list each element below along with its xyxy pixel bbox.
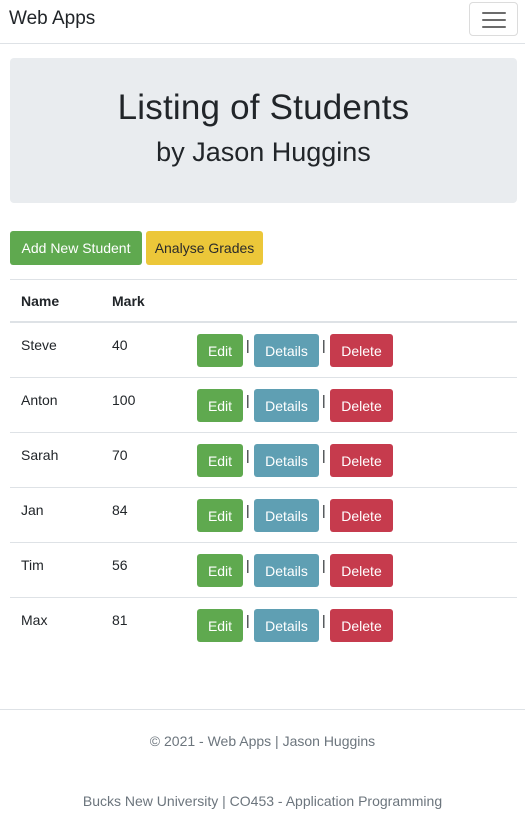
student-name: Max (21, 612, 48, 628)
separator: | (322, 447, 326, 463)
separator: | (246, 392, 250, 408)
footer: © 2021 - Web Apps | Jason Huggins Bucks … (0, 709, 525, 824)
student-mark: 81 (112, 612, 128, 628)
separator: | (246, 557, 250, 573)
table-row: Steve 40 Edit | Details | Delete (10, 323, 517, 378)
student-name: Sarah (21, 447, 59, 463)
brand-link[interactable]: Web Apps (9, 8, 95, 30)
table-row: Jan 84 Edit | Details | Delete (10, 488, 517, 543)
details-button[interactable]: Details (254, 609, 319, 642)
students-table: Name Mark Steve 40 Edit | Details | Dele… (10, 279, 517, 653)
student-name: Anton (21, 392, 58, 408)
table-row: Sarah 70 Edit | Details | Delete (10, 433, 517, 488)
edit-button[interactable]: Edit (197, 499, 243, 532)
hamburger-icon-line (482, 19, 506, 21)
student-name: Jan (21, 502, 44, 518)
edit-button[interactable]: Edit (197, 609, 243, 642)
edit-button[interactable]: Edit (197, 554, 243, 587)
table-header: Name Mark (10, 279, 517, 323)
student-name: Tim (21, 557, 44, 573)
edit-button[interactable]: Edit (197, 334, 243, 367)
details-button[interactable]: Details (254, 554, 319, 587)
add-new-student-button[interactable]: Add New Student (10, 231, 142, 265)
delete-button[interactable]: Delete (330, 389, 393, 422)
navbar: Web Apps (0, 0, 525, 44)
page-title: Listing of Students (117, 88, 410, 127)
footer-university: Bucks New University | CO453 - Applicati… (82, 793, 443, 809)
separator: | (322, 557, 326, 573)
details-button[interactable]: Details (254, 444, 319, 477)
separator: | (322, 337, 326, 353)
student-mark: 70 (112, 447, 128, 463)
hamburger-icon (482, 12, 506, 14)
separator: | (246, 502, 250, 518)
separator: | (246, 447, 250, 463)
student-mark: 56 (112, 557, 128, 573)
menu-toggle-button[interactable] (469, 2, 518, 36)
details-button[interactable]: Details (254, 334, 319, 367)
separator: | (322, 612, 326, 628)
page-subtitle: by Jason Huggins (156, 137, 371, 167)
separator: | (246, 337, 250, 353)
delete-button[interactable]: Delete (330, 609, 393, 642)
column-header-name: Name (21, 293, 60, 309)
student-name: Steve (21, 337, 57, 353)
column-header-mark: Mark (112, 293, 145, 309)
footer-copyright: © 2021 - Web Apps | Jason Huggins (149, 733, 376, 749)
analyse-grades-button[interactable]: Analyse Grades (146, 231, 263, 265)
edit-button[interactable]: Edit (197, 389, 243, 422)
table-row: Tim 56 Edit | Details | Delete (10, 543, 517, 598)
student-mark: 100 (112, 392, 136, 408)
delete-button[interactable]: Delete (330, 554, 393, 587)
details-button[interactable]: Details (254, 499, 319, 532)
hamburger-icon-line (482, 26, 506, 28)
delete-button[interactable]: Delete (330, 334, 393, 367)
table-row: Max 81 Edit | Details | Delete (10, 598, 517, 653)
student-mark: 84 (112, 502, 128, 518)
separator: | (246, 612, 250, 628)
page-header: Listing of Students by Jason Huggins (10, 58, 517, 203)
table-row: Anton 100 Edit | Details | Delete (10, 378, 517, 433)
separator: | (322, 392, 326, 408)
details-button[interactable]: Details (254, 389, 319, 422)
separator: | (322, 502, 326, 518)
edit-button[interactable]: Edit (197, 444, 243, 477)
delete-button[interactable]: Delete (330, 444, 393, 477)
student-mark: 40 (112, 337, 128, 353)
delete-button[interactable]: Delete (330, 499, 393, 532)
